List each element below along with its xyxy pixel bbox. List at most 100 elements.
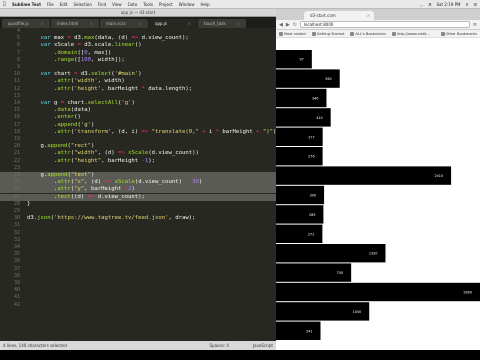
- menu-selection[interactable]: Selection: [73, 2, 91, 7]
- menu-window[interactable]: Window: [179, 2, 195, 7]
- code-line[interactable]: 8 .range([100, width]);: [0, 57, 276, 64]
- code-text[interactable]: .attr("y", barHeight /2): [27, 186, 135, 193]
- code-line[interactable]: 17 .append('g'): [0, 122, 276, 129]
- code-line[interactable]: 4: [0, 28, 276, 35]
- code-line[interactable]: 29: [0, 208, 276, 215]
- code-text[interactable]: .text((d) => d.view_count);: [27, 194, 145, 201]
- line-number[interactable]: 42: [0, 302, 20, 309]
- line-number[interactable]: 19: [0, 136, 20, 143]
- line-number[interactable]: 9: [0, 64, 20, 71]
- code-text[interactable]: .attr("height", barHeight -1);: [27, 158, 155, 165]
- line-number[interactable]: 10: [0, 71, 20, 78]
- line-number[interactable]: 6: [0, 42, 20, 49]
- line-number[interactable]: 8: [0, 57, 20, 64]
- close-icon[interactable]: ×: [41, 19, 44, 28]
- browser-tab[interactable]: d3-start.com ×: [304, 11, 374, 20]
- line-number[interactable]: 14: [0, 100, 20, 107]
- menu-edit[interactable]: Edit: [60, 2, 68, 7]
- code-line[interactable]: 21 .attr("width", (d) => xScale(d.view_c…: [0, 150, 276, 157]
- reload-icon[interactable]: ↻: [293, 22, 297, 28]
- line-number[interactable]: 12: [0, 86, 20, 93]
- code-text[interactable]: var chart = d3.select('#main'): [27, 71, 141, 78]
- close-icon[interactable]: ×: [139, 19, 142, 28]
- code-line[interactable]: 42: [0, 302, 276, 309]
- close-icon[interactable]: ×: [90, 19, 93, 28]
- close-icon[interactable]: ×: [367, 11, 370, 20]
- code-line[interactable]: 37: [0, 266, 276, 273]
- menu-app-name[interactable]: Sublime Text: [12, 2, 41, 7]
- line-number[interactable]: 16: [0, 114, 20, 121]
- code-line[interactable]: 31: [0, 222, 276, 229]
- code-text[interactable]: .range([100, width]);: [27, 57, 125, 64]
- syntax-setting[interactable]: JavaScript: [253, 343, 273, 348]
- menu-project[interactable]: Project: [159, 2, 173, 7]
- code-line[interactable]: 41: [0, 294, 276, 301]
- wifi-icon[interactable]: ◡: [419, 2, 423, 7]
- code-line[interactable]: 6 var xScale = d3.scale.linear(): [0, 42, 276, 49]
- line-number[interactable]: 15: [0, 107, 20, 114]
- code-text[interactable]: .attr("x", (d) => xScale(d.view_count) -…: [27, 179, 202, 186]
- code-area[interactable]: 45 var max = d3.max(data, (d) => d.view_…: [0, 28, 276, 331]
- menu-goto[interactable]: Goto: [128, 2, 138, 7]
- line-number[interactable]: 36: [0, 258, 20, 265]
- code-line[interactable]: 15 .data(data): [0, 107, 276, 114]
- code-line[interactable]: 12 .attr('height', barHeight * data.leng…: [0, 86, 276, 93]
- code-text[interactable]: .append('g'): [27, 122, 94, 129]
- code-text[interactable]: .enter(): [27, 114, 81, 121]
- apple-icon[interactable]: : [3, 1, 6, 7]
- tab-main-scss[interactable]: main.scss ×: [100, 19, 148, 28]
- code-text[interactable]: .attr("width", (d) => xScale(d.view_coun…: [27, 150, 199, 157]
- line-number[interactable]: 27: [0, 194, 20, 201]
- line-number[interactable]: 13: [0, 93, 20, 100]
- line-number[interactable]: 25: [0, 179, 20, 186]
- line-number[interactable]: 21: [0, 150, 20, 157]
- line-number[interactable]: 22: [0, 158, 20, 165]
- menu-view[interactable]: View: [112, 2, 122, 7]
- line-number[interactable]: 7: [0, 50, 20, 57]
- indent-setting[interactable]: Spaces: 4: [210, 343, 229, 348]
- code-text[interactable]: .data(data): [27, 107, 91, 114]
- volume-icon[interactable]: ♬: [428, 2, 432, 7]
- code-line[interactable]: 25 .attr("x", (d) => xScale(d.view_count…: [0, 179, 276, 187]
- code-line[interactable]: 9: [0, 64, 276, 71]
- code-line[interactable]: 5 var max = d3.max(data, (d) => d.view_c…: [0, 35, 276, 42]
- code-text[interactable]: .attr('width', width): [27, 78, 125, 85]
- code-line[interactable]: 16 .enter(): [0, 114, 276, 121]
- code-line[interactable]: 27 .text((d) => d.view_count);: [0, 193, 276, 201]
- code-line[interactable]: 10 var chart = d3.select('#main'): [0, 71, 276, 78]
- line-number[interactable]: 37: [0, 266, 20, 273]
- line-number[interactable]: 30: [0, 215, 20, 222]
- back-icon[interactable]: ◀: [279, 22, 283, 28]
- code-line[interactable]: 30 d3.json('https://www.tagtree.tv/feed.j…: [0, 215, 276, 222]
- code-text[interactable]: g.append("text"): [27, 172, 94, 179]
- code-text[interactable]: .attr('transform', (d, i) => "translate(…: [27, 129, 276, 136]
- code-line[interactable]: 24 g.append("text"): [0, 172, 276, 179]
- address-bar[interactable]: localhost:8000: [299, 21, 470, 28]
- menu-help[interactable]: Help: [201, 2, 210, 7]
- line-number[interactable]: 23: [0, 165, 20, 172]
- code-line[interactable]: 11 .attr('width', width): [0, 78, 276, 85]
- code-text[interactable]: .domain([0, max]): [27, 50, 111, 57]
- code-line[interactable]: 32: [0, 230, 276, 237]
- code-line[interactable]: 28}: [0, 201, 276, 208]
- line-number[interactable]: 38: [0, 273, 20, 280]
- line-number[interactable]: 29: [0, 208, 20, 215]
- code-line[interactable]: 39: [0, 280, 276, 287]
- menu-file[interactable]: File: [47, 2, 54, 7]
- line-number[interactable]: 28: [0, 201, 20, 208]
- code-text[interactable]: .attr('height', barHeight * data.length)…: [27, 86, 192, 93]
- code-text[interactable]: }: [27, 201, 30, 208]
- line-number[interactable]: 40: [0, 287, 20, 294]
- menu-icon[interactable]: ≡: [473, 22, 477, 28]
- close-icon[interactable]: ×: [188, 19, 191, 28]
- code-line[interactable]: 36: [0, 258, 276, 265]
- code-line[interactable]: 13: [0, 93, 276, 100]
- line-number[interactable]: 20: [0, 143, 20, 150]
- line-number[interactable]: 35: [0, 251, 20, 258]
- line-number[interactable]: 24: [0, 172, 20, 179]
- code-line[interactable]: 40: [0, 287, 276, 294]
- line-number[interactable]: 11: [0, 78, 20, 85]
- code-text[interactable]: var max = d3.max(data, (d) => d.view_cou…: [27, 35, 188, 42]
- tab-index-html[interactable]: index.html ×: [51, 19, 99, 28]
- menu-tools[interactable]: Tools: [143, 2, 153, 7]
